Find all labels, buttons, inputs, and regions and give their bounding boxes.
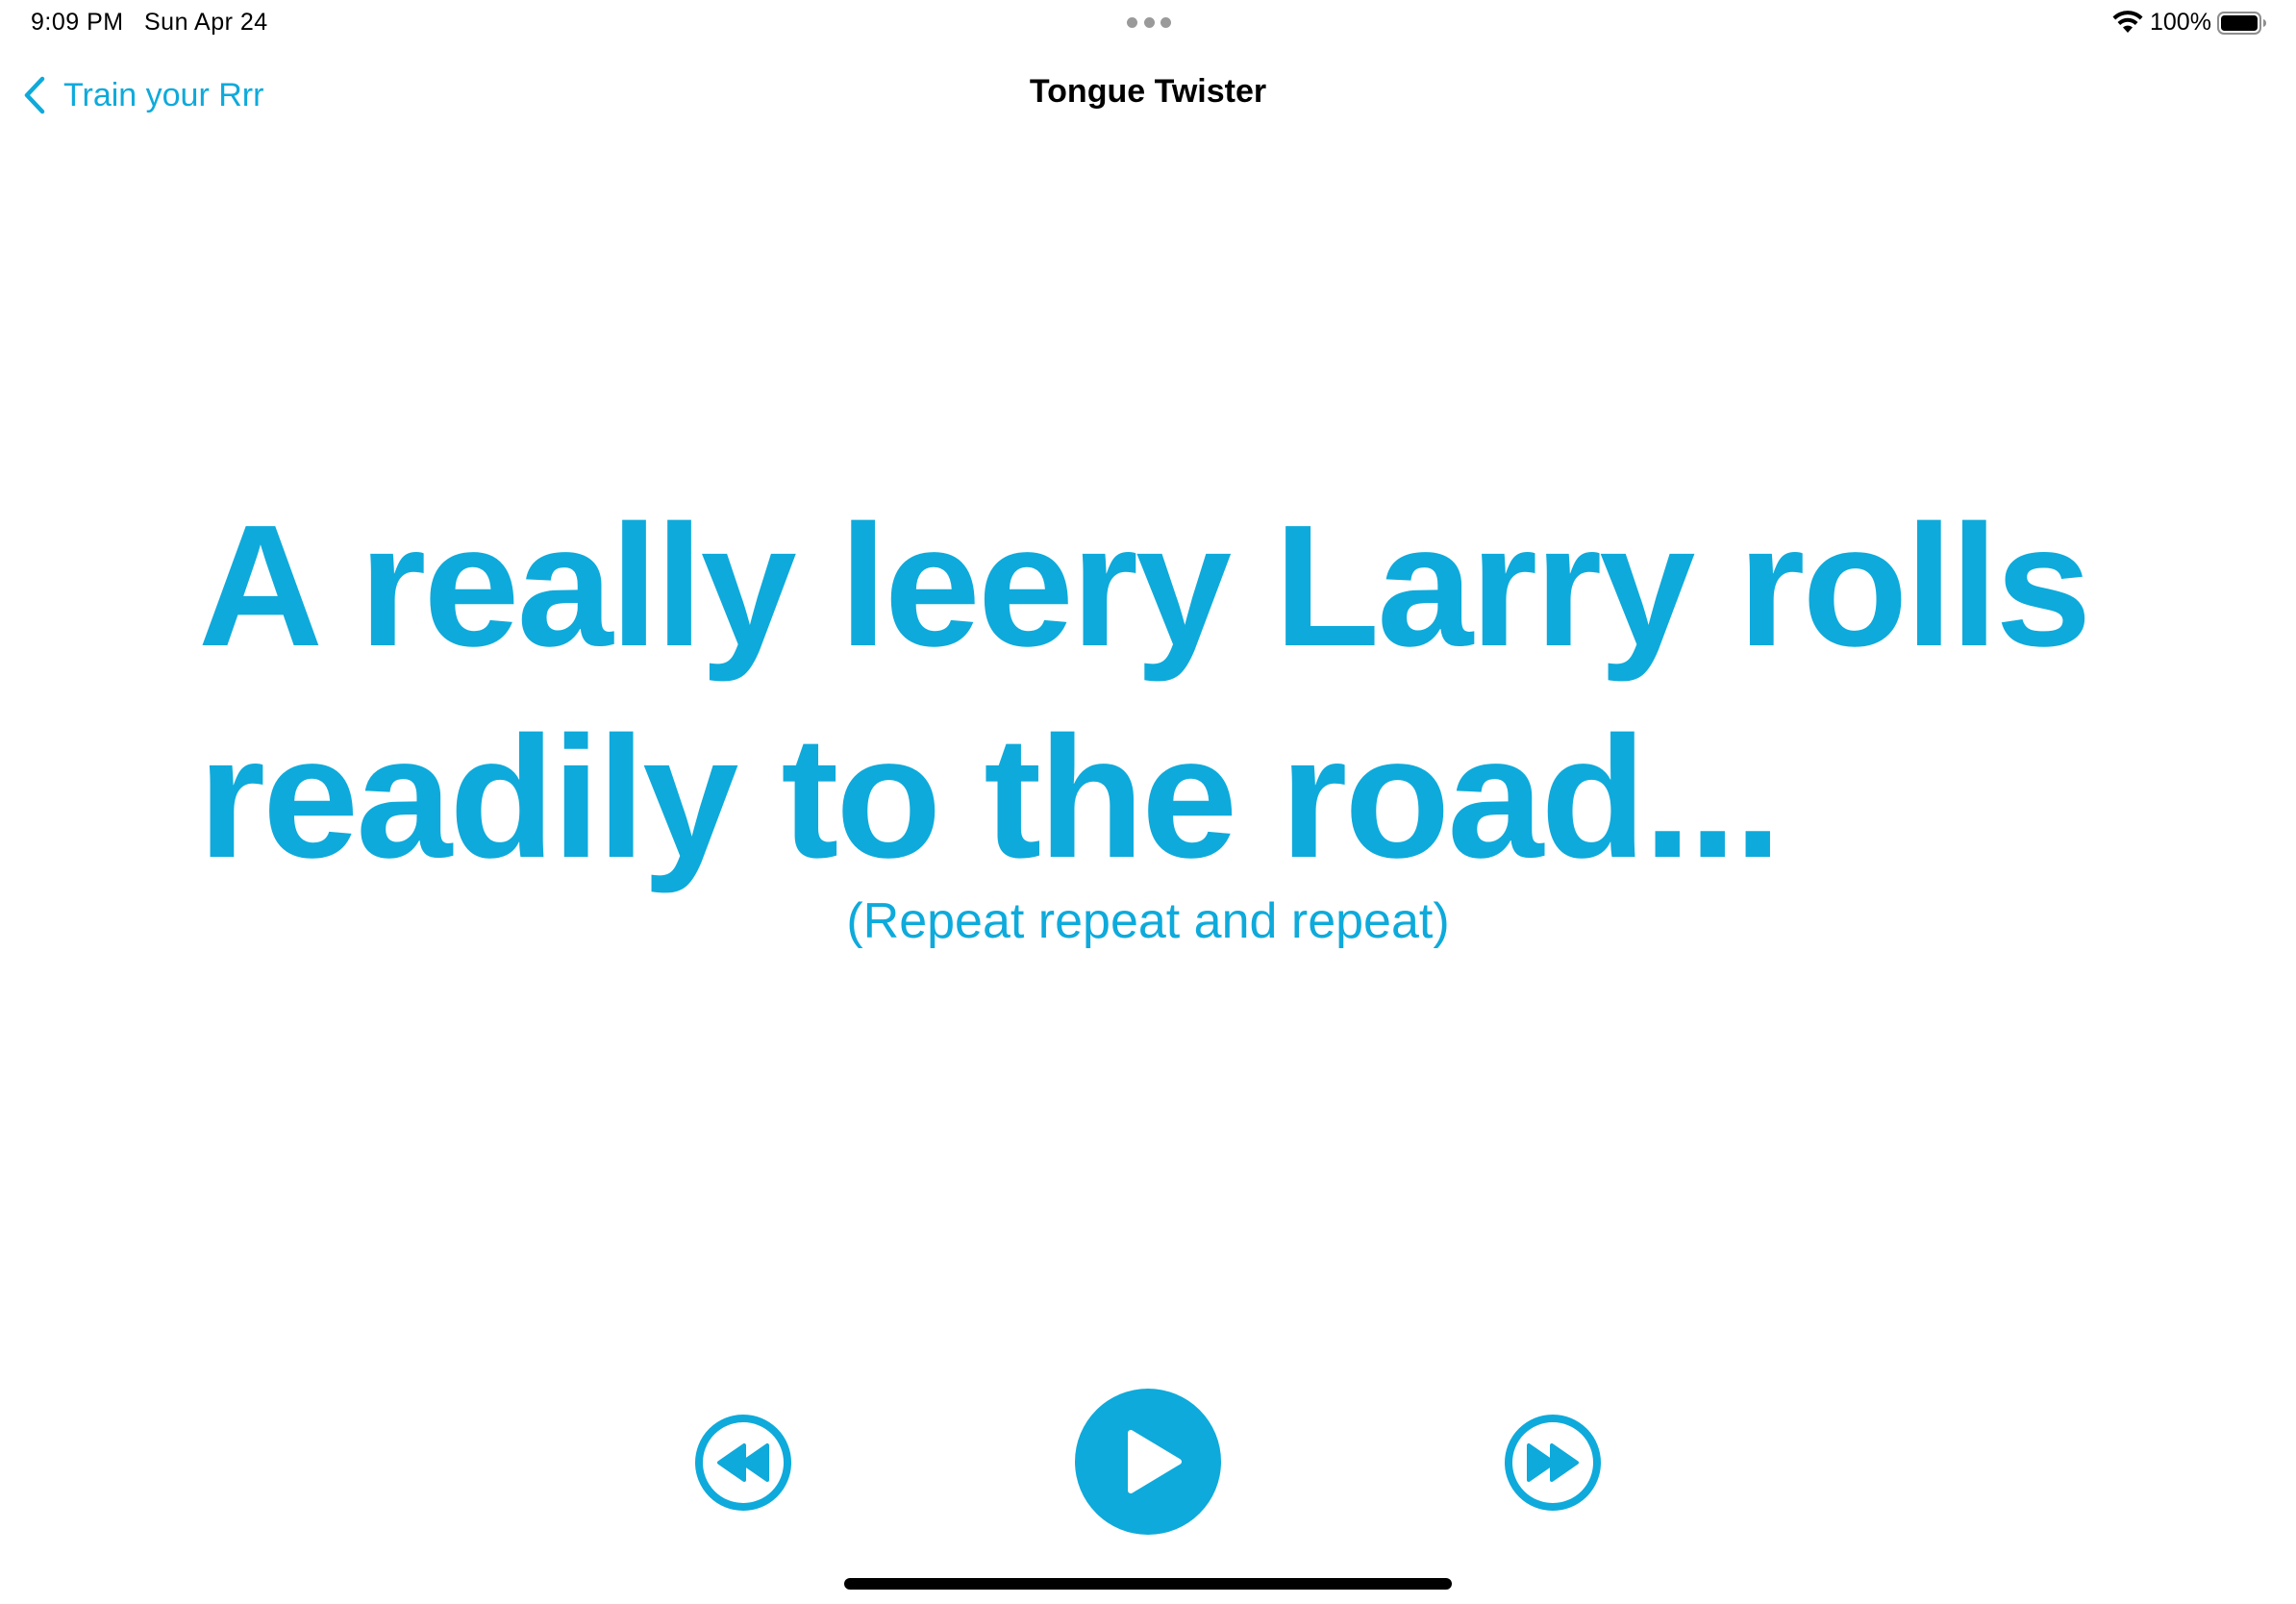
play-icon [1075,1389,1221,1535]
status-time: 9:09 PM [31,9,124,36]
multitask-dots-icon[interactable] [1127,17,1171,29]
tongue-twister-line-2: readily to the road... [198,701,1782,894]
battery-percent: 100% [2150,9,2211,36]
repeat-note: (Repeat repeat and repeat) [846,893,1450,949]
tongue-twister-screen: 9:09 PM Sun Apr 24 100% Train your Rrr T… [0,0,2296,1604]
rewind-icon [695,1415,791,1511]
wifi-icon [2112,11,2143,33]
battery-icon [2217,12,2266,35]
fast-forward-button[interactable] [1504,1414,1602,1512]
play-button[interactable] [1075,1389,1221,1535]
fast-forward-icon [1505,1415,1601,1511]
tongue-twister-text: A really leery Larry rolls readily to th… [198,481,2121,904]
rewind-button[interactable] [694,1414,792,1512]
status-bar: 9:09 PM Sun Apr 24 100% [0,0,2296,46]
tongue-twister-line-1: A really leery Larry rolls [198,489,2092,683]
page-title: Tongue Twister [1029,73,1267,110]
home-indicator[interactable] [844,1578,1452,1590]
status-date: Sun Apr 24 [144,9,268,36]
